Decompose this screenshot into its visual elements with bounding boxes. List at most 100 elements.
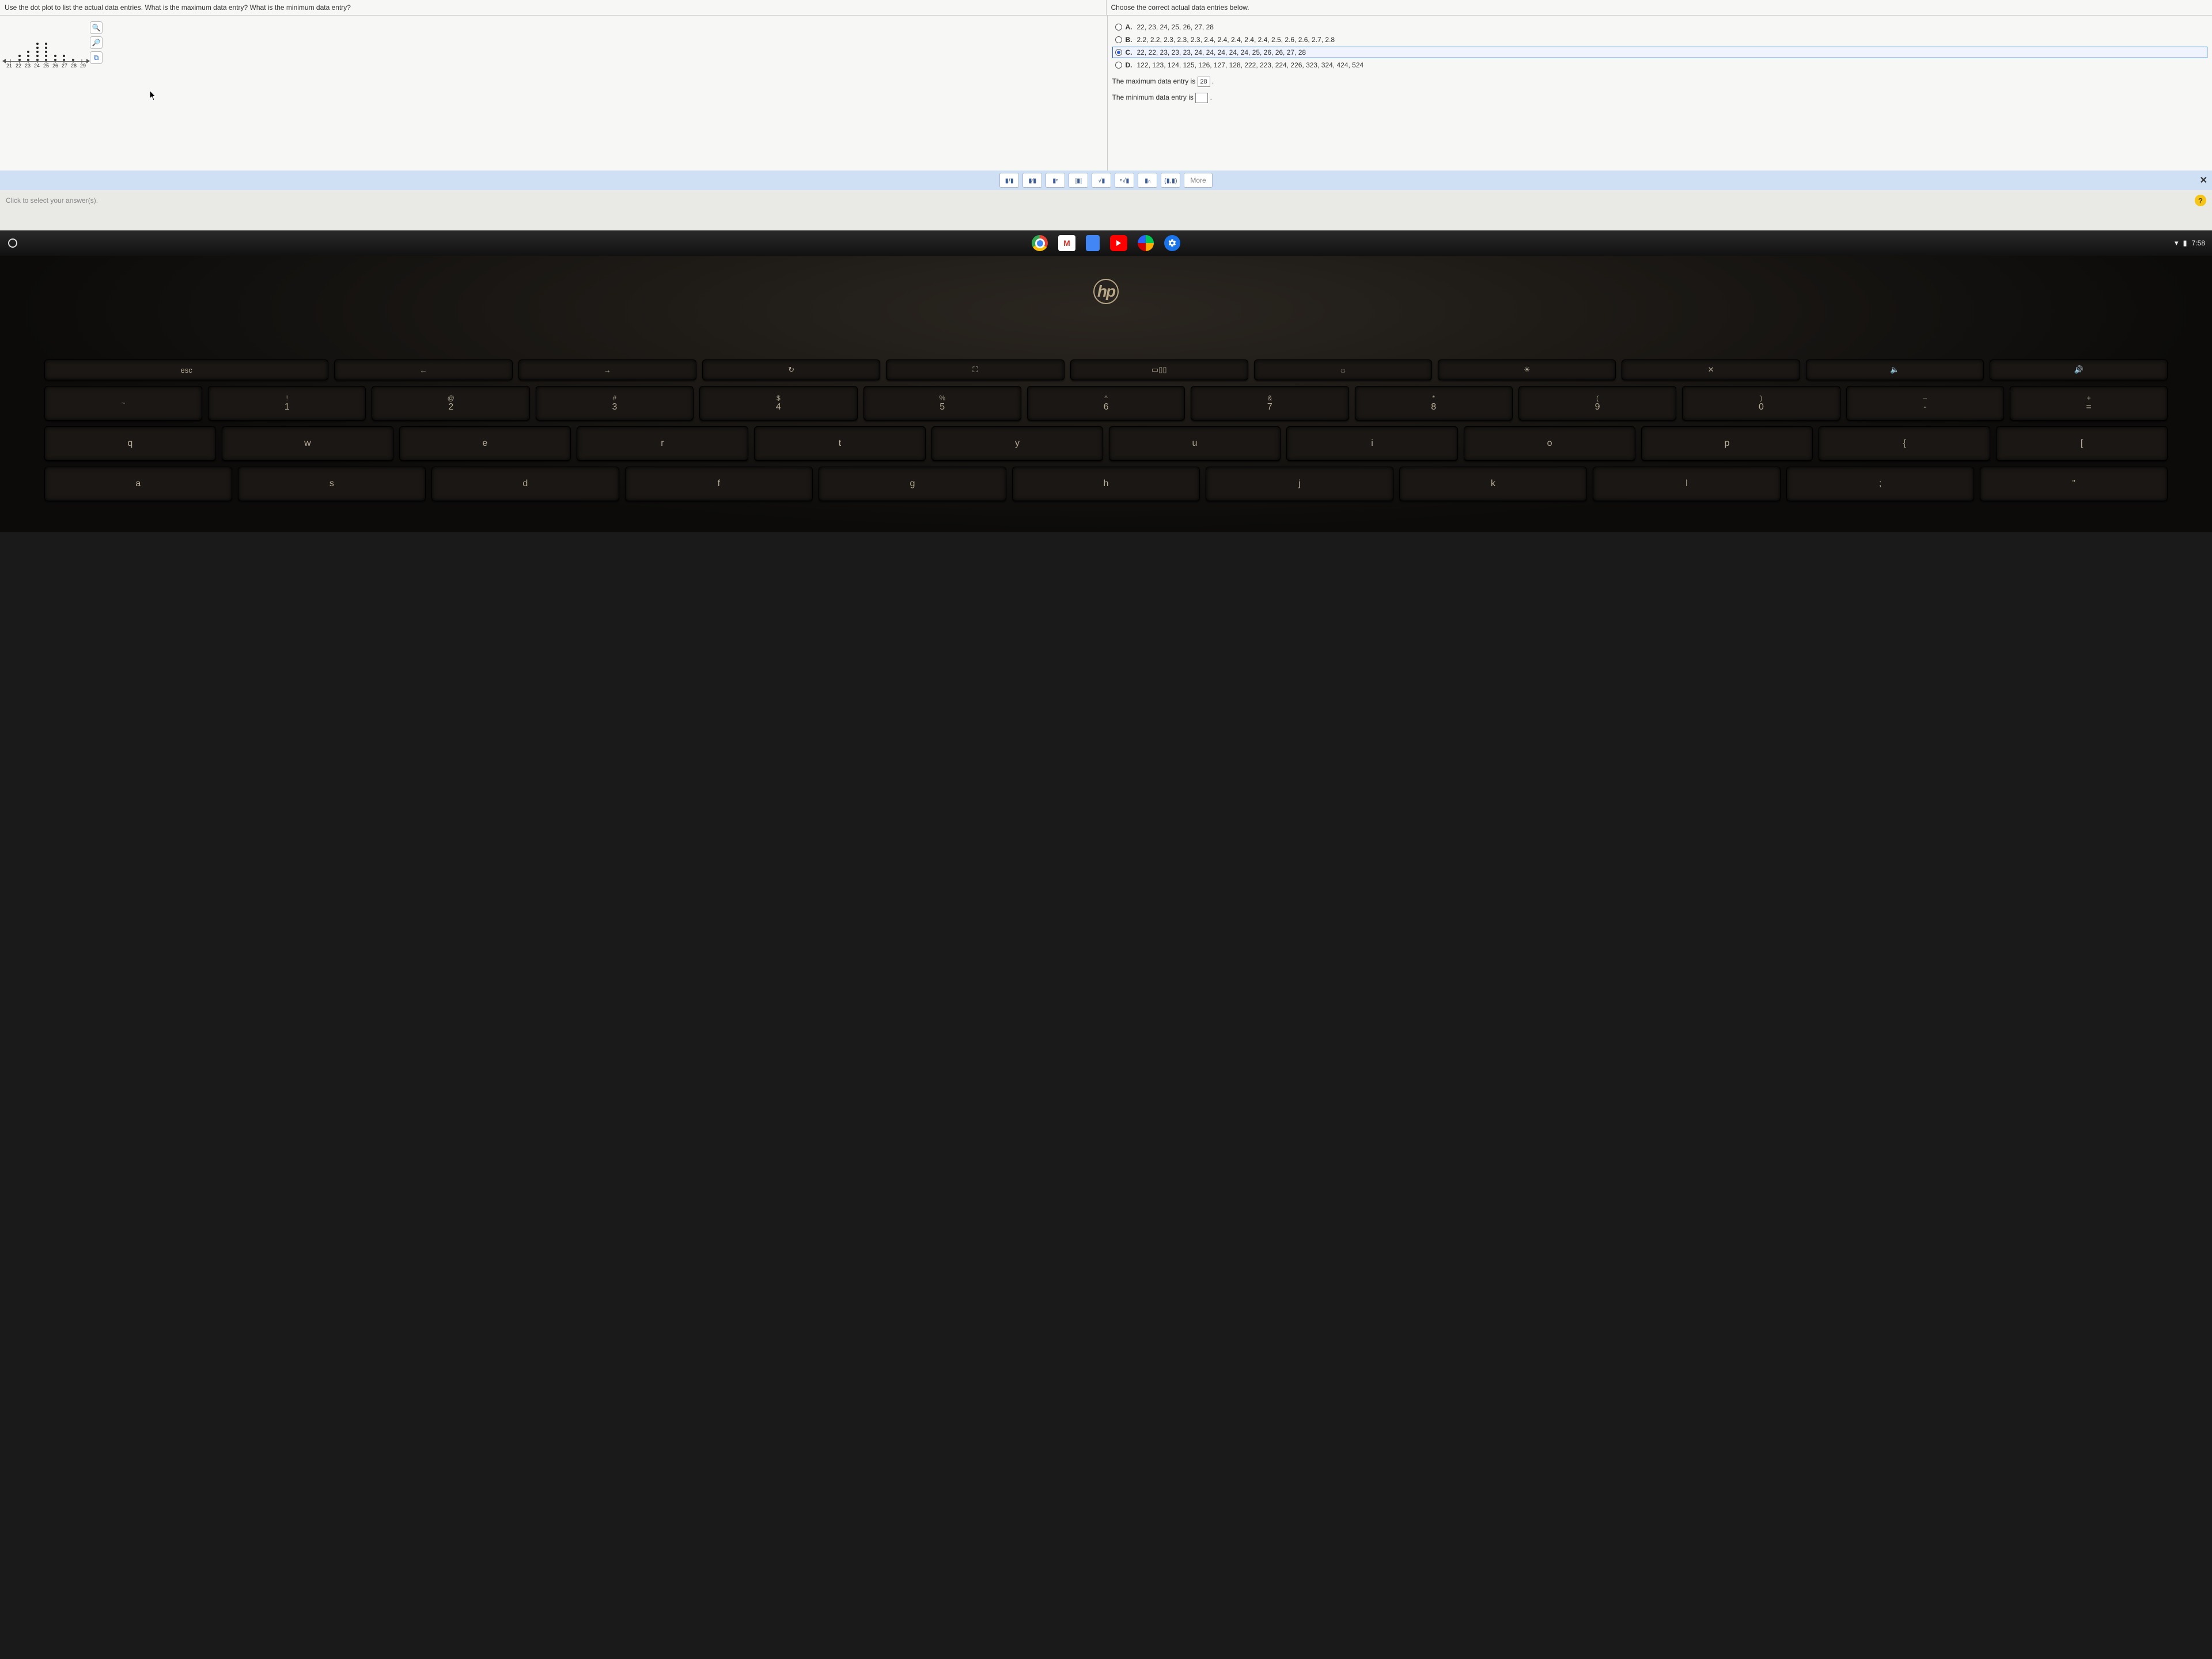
choice-letter: A. — [1126, 23, 1132, 31]
choice-D[interactable]: D.122, 123, 124, 125, 126, 127, 128, 222… — [1112, 59, 2208, 71]
dot — [27, 55, 29, 57]
keycap: $4 — [699, 386, 857, 421]
gmail-icon[interactable]: M — [1058, 235, 1075, 251]
dot — [45, 59, 47, 61]
palette-button[interactable]: ▮/▮ — [999, 173, 1019, 188]
taskbar: M ▾ ▮ 7:58 — [0, 230, 2212, 256]
palette-button[interactable]: ▮ₙ — [1138, 173, 1157, 188]
figure-tools: 🔍 🔎 ⧉ — [90, 21, 103, 64]
keycap: l — [1593, 467, 1781, 501]
palette-button[interactable]: √▮ — [1092, 173, 1111, 188]
palette-button[interactable]: ▮⁄▮ — [1022, 173, 1042, 188]
keycap: ← — [334, 359, 512, 380]
pinned-apps: M — [1032, 235, 1180, 251]
dotplot-column — [78, 21, 85, 61]
keycap: ✕ — [1622, 359, 1800, 380]
keycap: (9 — [1518, 386, 1676, 421]
keycap: r — [577, 426, 748, 461]
chrome-icon[interactable] — [1032, 235, 1048, 251]
min-entry-input[interactable] — [1195, 93, 1208, 103]
battery-icon: ▮ — [2183, 238, 2187, 248]
youtube-icon[interactable] — [1110, 235, 1127, 251]
play-store-icon[interactable] — [1138, 235, 1154, 251]
dot — [18, 55, 21, 57]
choice-letter: D. — [1126, 61, 1132, 69]
keycap: ^6 — [1027, 386, 1185, 421]
dotplot-column — [60, 21, 67, 61]
keycap: u — [1109, 426, 1281, 461]
docs-icon[interactable] — [1086, 235, 1100, 251]
keycap: e — [399, 426, 571, 461]
instruction-text: Choose the correct actual data entries b… — [1107, 0, 2212, 15]
min-label: The minimum data entry is — [1112, 93, 1196, 101]
keycap: #3 — [536, 386, 694, 421]
hp-logo: hp — [1093, 279, 1119, 304]
clock: 7:58 — [2192, 239, 2205, 247]
dotplot-tick: 27 — [61, 63, 68, 69]
dot — [63, 59, 65, 61]
dotplot-column — [70, 21, 77, 61]
dot — [63, 55, 65, 57]
system-tray[interactable]: ▾ ▮ 7:58 — [2175, 238, 2205, 248]
dot — [72, 59, 74, 61]
keycap: q — [44, 426, 216, 461]
keycap: )0 — [1682, 386, 1840, 421]
dot — [54, 59, 56, 61]
choice-text: 22, 22, 23, 23, 23, 24, 24, 24, 24, 24, … — [1137, 48, 1306, 56]
palette-close-icon[interactable]: ✕ — [2200, 175, 2207, 186]
footer-bar: Click to select your answer(s). ? — [0, 190, 2212, 211]
keycap: h — [1012, 467, 1200, 501]
choice-A[interactable]: A.22, 23, 24, 25, 26, 27, 28 — [1112, 21, 2208, 33]
radio-icon — [1115, 24, 1122, 31]
keycap: g — [819, 467, 1006, 501]
zoom-out-icon[interactable]: 🔎 — [90, 36, 103, 49]
dotplot-column — [25, 21, 32, 61]
footer-hint: Click to select your answer(s). — [6, 196, 98, 204]
palette-button[interactable]: |▮| — [1069, 173, 1088, 188]
max-label: The maximum data entry is — [1112, 77, 1198, 85]
laptop-body: hp esc←→↻⛶▭▯▯☼☀✕🔈🔊 ~!1@2#3$4%5^6&7*8(9)0… — [0, 256, 2212, 532]
dot — [36, 59, 39, 61]
dotplot-tick: 23 — [24, 63, 31, 69]
keycap: t — [754, 426, 926, 461]
keycap: s — [238, 467, 426, 501]
choice-letter: B. — [1126, 36, 1132, 44]
dot — [45, 47, 47, 49]
keycap: !1 — [208, 386, 366, 421]
keyboard: esc←→↻⛶▭▯▯☼☀✕🔈🔊 ~!1@2#3$4%5^6&7*8(9)0–-+… — [44, 359, 2168, 501]
max-entry-line: The maximum data entry is 28 . — [1112, 77, 2208, 87]
dotplot-column — [43, 21, 50, 61]
keycap: k — [1399, 467, 1587, 501]
dotplot-column — [16, 21, 23, 61]
keycap: " — [1980, 467, 2168, 501]
popout-icon[interactable]: ⧉ — [90, 51, 103, 64]
zoom-in-icon[interactable]: 🔍 — [90, 21, 103, 34]
question-text: Use the dot plot to list the actual data… — [0, 0, 1107, 15]
palette-button[interactable]: ⁿ√▮ — [1115, 173, 1134, 188]
keycap: esc — [44, 359, 329, 380]
settings-icon[interactable] — [1164, 235, 1180, 251]
keycap: ☼ — [1254, 359, 1432, 380]
help-icon[interactable]: ? — [2195, 195, 2206, 206]
choice-B[interactable]: B.2.2, 2.2, 2.3, 2.3, 2.3, 2.4, 2.4, 2.4… — [1112, 34, 2208, 46]
dot — [36, 47, 39, 49]
launcher-icon[interactable] — [8, 238, 17, 248]
palette-more-button[interactable]: More — [1184, 173, 1212, 188]
dotplot-column — [7, 21, 14, 61]
dot — [54, 55, 56, 57]
choice-C[interactable]: C.22, 22, 23, 23, 23, 24, 24, 24, 24, 24… — [1112, 47, 2208, 58]
keycap: o — [1464, 426, 1635, 461]
keycap: &7 — [1191, 386, 1349, 421]
keycap: ↻ — [702, 359, 880, 380]
dot-plot: 212223242526272829 — [6, 21, 86, 69]
palette-button[interactable]: (▮,▮) — [1161, 173, 1180, 188]
wifi-icon: ▾ — [2175, 238, 2179, 248]
dot — [36, 55, 39, 57]
palette-button[interactable]: ▮ⁿ — [1046, 173, 1065, 188]
max-entry-input[interactable]: 28 — [1198, 77, 1210, 87]
dotplot-tick: 22 — [15, 63, 22, 69]
keycap: %5 — [863, 386, 1021, 421]
keycap: @2 — [372, 386, 529, 421]
dotplot-tick: 28 — [70, 63, 77, 69]
keycap: y — [931, 426, 1103, 461]
